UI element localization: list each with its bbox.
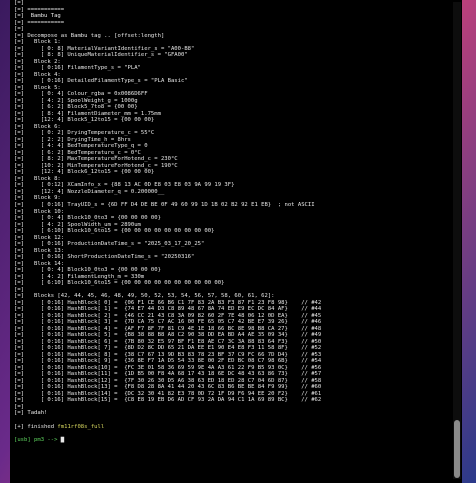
terminal-output: [=] [=] =========== [=] Bambu Tag [=] ====…: [14, 0, 450, 443]
scrollbar-thumb[interactable]: [454, 420, 460, 478]
prompt-prefix: [usb] pm3 -->: [14, 436, 58, 443]
finished-filename: fm11rf08s_full: [57, 423, 105, 430]
scrollbar-track[interactable]: [453, 2, 461, 479]
terminal-window[interactable]: [=] [=] =========== [=] Bambu Tag [=] ====…: [10, 0, 462, 483]
command-prompt[interactable]: [usb] pm3 --> ▇: [14, 437, 450, 444]
cursor-block: ▇: [57, 436, 65, 443]
finished-label: [+] finished: [14, 423, 58, 430]
